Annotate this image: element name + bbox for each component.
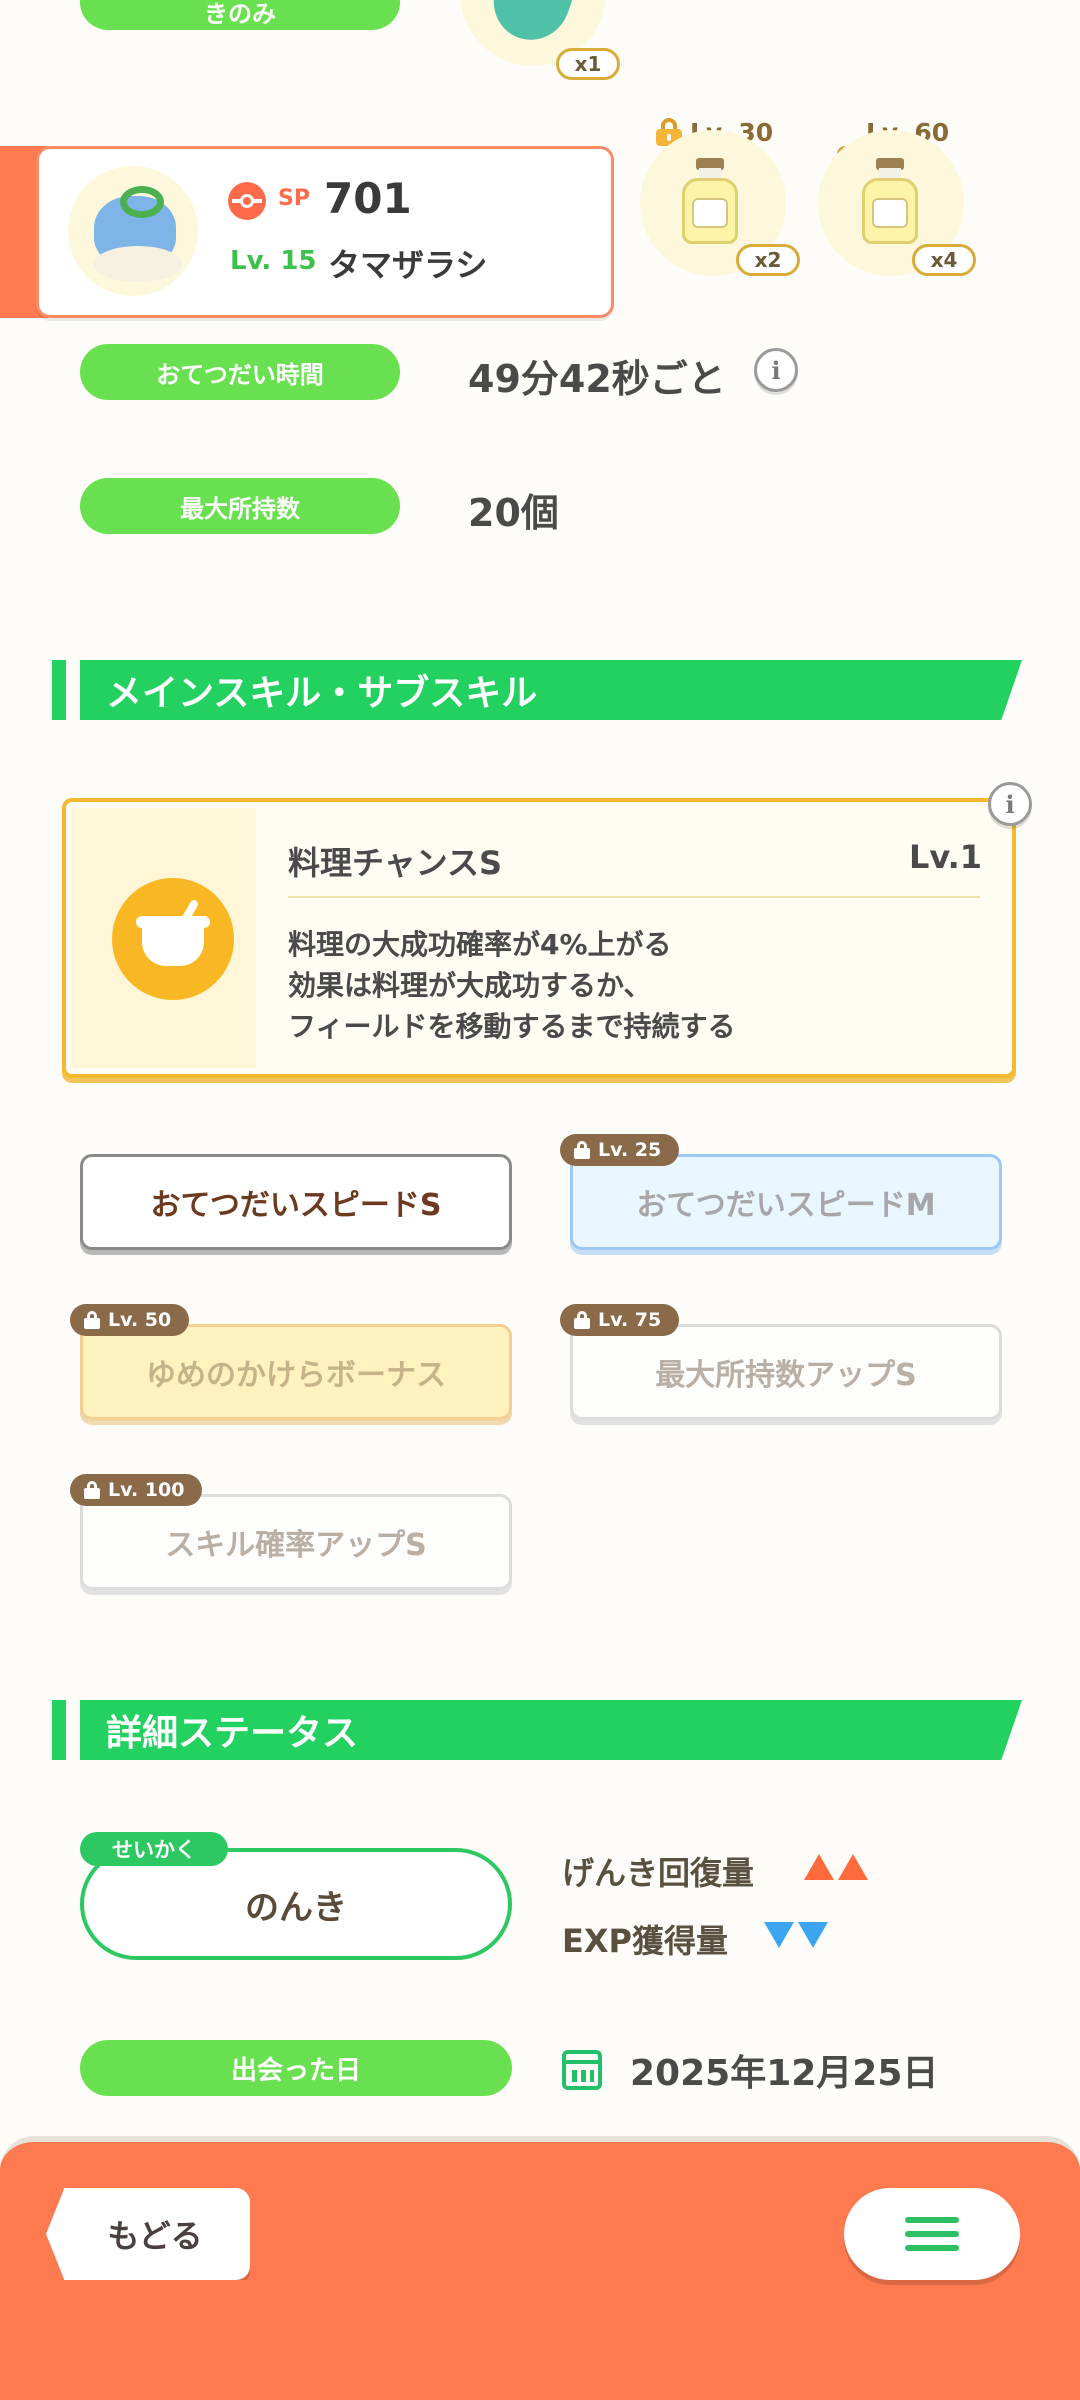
description-line: フィールドを移動するまで持続する <box>288 1010 736 1043</box>
description-line: 料理の大成功確率が4%上がる <box>288 928 672 961</box>
max-carry-label-pill: 最大所持数 <box>80 478 400 534</box>
sp-icon <box>228 182 266 220</box>
skills-section-header: メインスキル・サブスキル <box>52 660 1022 720</box>
skills-section-title: メインスキル・サブスキル <box>80 660 1022 720</box>
help-time-label-pill: おてつだい時間 <box>80 344 400 400</box>
pokemon-avatar-belly <box>94 246 182 282</box>
main-skill-name: 料理チャンスS <box>288 844 503 882</box>
pokemon-level: Lv. 15 <box>230 246 317 276</box>
sp-value: 701 <box>324 174 412 223</box>
berry-count-badge: x1 <box>556 48 620 80</box>
max-carry-value: 20個 <box>468 491 559 535</box>
stat-down-arrows-icon <box>764 1922 828 1948</box>
back-button[interactable]: もどる <box>46 2188 250 2280</box>
sub-skill-button[interactable]: 最大所持数アップS <box>570 1324 1002 1420</box>
sub-skill-button[interactable]: スキル確率アップS <box>80 1494 512 1590</box>
main-skill-level: Lv.1 <box>908 838 982 876</box>
detail-section-title: 詳細ステータス <box>80 1700 1022 1760</box>
help-time-value: 49分42秒ごと <box>468 357 726 401</box>
calendar-icon <box>562 2050 602 2090</box>
lock-icon <box>84 1311 100 1329</box>
nature-up-stat: げんき回復量 <box>562 1854 755 1892</box>
lock-icon <box>574 1141 590 1159</box>
lock-icon <box>84 1481 100 1499</box>
nature-value: のんき <box>245 1887 347 1928</box>
cooking-pot-icon <box>112 878 234 1000</box>
ingredient-count-badge: x4 <box>912 244 976 276</box>
stat-up-arrows-icon <box>804 1854 868 1880</box>
oil-bottle-icon <box>862 158 918 244</box>
info-icon[interactable]: i <box>988 782 1032 826</box>
main-skill-card[interactable]: 料理チャンスS Lv.1 料理の大成功確率が4%上がる 効果は料理が大成功するか… <box>62 798 1016 1078</box>
description-line: 効果は料理が大成功するか、 <box>288 969 652 1002</box>
oil-bottle-icon <box>682 158 738 244</box>
berry-label-pill: きのみ <box>80 0 400 30</box>
sub-skill-button[interactable]: ゆめのかけらボーナス <box>80 1324 512 1420</box>
sub-skill-button[interactable]: おてつだいスピードM <box>570 1154 1002 1250</box>
met-date-label-pill: 出会った日 <box>80 2040 512 2096</box>
info-icon[interactable]: i <box>754 348 798 392</box>
menu-icon-line <box>905 2245 959 2251</box>
menu-icon-line <box>905 2231 959 2237</box>
met-date-value: 2025年12月25日 <box>630 2053 939 2094</box>
sub-skill-lock-tag: Lv. 25 <box>560 1134 680 1166</box>
sub-skill-lock-tag: Lv. 75 <box>560 1304 680 1336</box>
menu-icon <box>905 2217 959 2223</box>
pokemon-name: タマザラシ <box>328 246 488 284</box>
sub-skill-button[interactable]: おてつだいスピードS <box>80 1154 512 1250</box>
sp-label: SP <box>278 186 310 211</box>
sub-skill-lock-tag: Lv. 50 <box>70 1304 190 1336</box>
nature-tag: せいかく <box>80 1832 228 1866</box>
ingredient-count-badge: x2 <box>736 244 800 276</box>
main-skill-divider <box>288 896 980 898</box>
wreath-accessory <box>120 186 164 218</box>
main-skill-description: 料理の大成功確率が4%上がる 効果は料理が大成功するか、 フィールドを移動するま… <box>288 924 735 1047</box>
nature-down-stat: EXP獲得量 <box>562 1922 728 1960</box>
detail-section-header: 詳細ステータス <box>52 1700 1022 1760</box>
sub-skill-lock-tag: Lv. 100 <box>70 1474 203 1506</box>
menu-button[interactable] <box>844 2188 1020 2280</box>
main-skill-icon-panel <box>72 808 256 1068</box>
lock-icon <box>574 1311 590 1329</box>
